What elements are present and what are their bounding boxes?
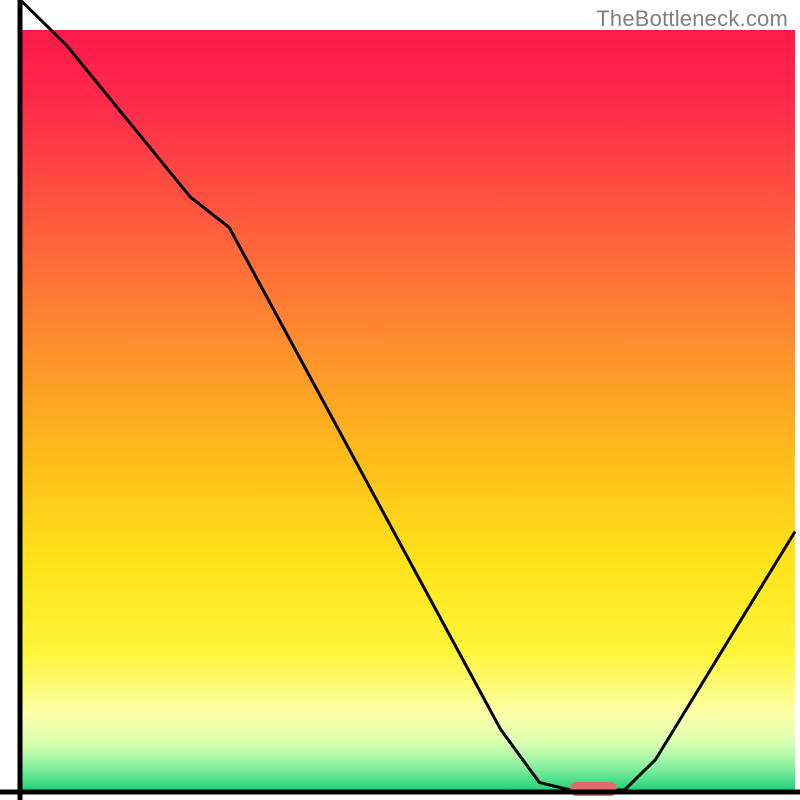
- watermark-label: TheBottleneck.com: [596, 6, 788, 32]
- bottleneck-chart: [0, 0, 800, 800]
- chart-container: TheBottleneck.com: [0, 0, 800, 800]
- gradient-background: [20, 30, 795, 790]
